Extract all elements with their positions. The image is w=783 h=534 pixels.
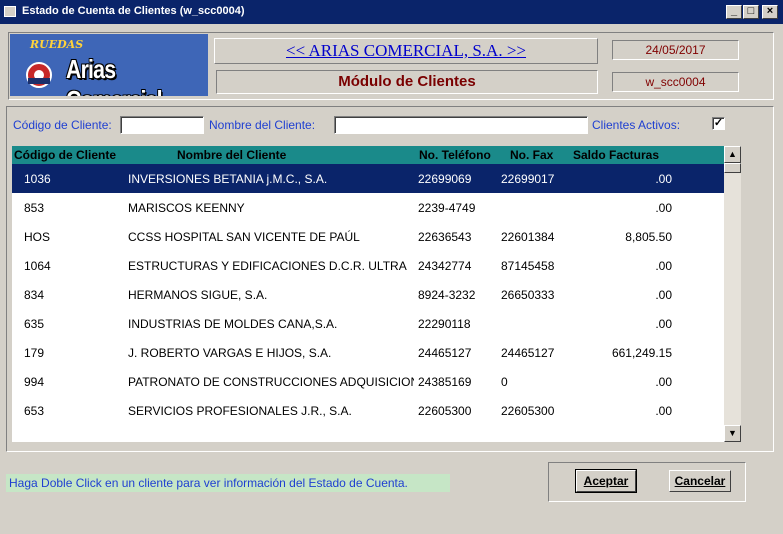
cell-name: INVERSIONES BETANIA j.M.C., S.A. xyxy=(128,172,328,186)
cell-fax: 26650333 xyxy=(501,288,555,302)
cell-name: SERVICIOS PROFESIONALES J.R., S.A. xyxy=(128,404,352,418)
cell-phone: 22290118 xyxy=(418,317,471,331)
app-icon xyxy=(4,6,16,17)
scroll-up-icon[interactable]: ▲ xyxy=(724,146,741,163)
cell-name: MARISCOS KEENNY xyxy=(128,201,245,215)
cell-balance: 661,249.15 xyxy=(611,346,672,360)
cell-phone: 2239-4749 xyxy=(418,201,476,215)
table-row[interactable]: 1064 ESTRUCTURAS Y EDIFICACIONES D.C.R. … xyxy=(12,251,724,280)
module-title: Módulo de Clientes xyxy=(216,70,598,94)
active-clients-label: Clientes Activos: xyxy=(592,118,681,132)
cell-fax: 22699017 xyxy=(501,172,555,186)
scroll-down-icon[interactable]: ▼ xyxy=(724,425,741,442)
grid-scrollbar[interactable]: ▲ ▼ xyxy=(724,146,741,442)
maximize-button[interactable]: □ xyxy=(743,5,759,19)
cell-code: 635 xyxy=(24,317,45,331)
cell-fax: 0 xyxy=(501,375,508,389)
table-row[interactable]: 853 MARISCOS KEENNY 2239-4749 .00 xyxy=(12,193,724,222)
cell-phone: 22636543 xyxy=(418,230,472,244)
company-logo: RUEDAS Arias Comercial xyxy=(10,34,208,96)
cell-fax: 22605300 xyxy=(501,404,555,418)
clients-grid[interactable]: Código de Cliente Nombre del Cliente No.… xyxy=(12,146,741,442)
cell-name: J. ROBERTO VARGAS E HIJOS, S.A. xyxy=(128,346,332,360)
column-header-code[interactable]: Código de Cliente xyxy=(14,148,116,162)
cell-code: 653 xyxy=(24,404,45,418)
active-clients-checkbox[interactable]: ✓ xyxy=(712,117,725,130)
column-header-name[interactable]: Nombre del Cliente xyxy=(177,148,286,162)
logo-tagline: RUEDAS xyxy=(30,38,84,51)
cell-phone: 8924-3232 xyxy=(418,288,476,302)
cell-phone: 24465127 xyxy=(418,346,472,360)
cell-code: 1064 xyxy=(24,259,51,273)
window-title: Estado de Cuenta de Clientes (w_scc0004) xyxy=(22,5,245,17)
cell-balance: 8,805.50 xyxy=(625,230,672,244)
window-code-display: w_scc0004 xyxy=(612,72,739,92)
table-row[interactable]: 1036 INVERSIONES BETANIA j.M.C., S.A. 22… xyxy=(12,164,724,193)
cell-name: HERMANOS SIGUE, S.A. xyxy=(128,288,268,302)
table-row[interactable]: 179 J. ROBERTO VARGAS E HIJOS, S.A. 2446… xyxy=(12,338,724,367)
cell-balance: .00 xyxy=(655,288,672,302)
logo-text: Arias Comercial xyxy=(66,54,163,96)
cell-name: ESTRUCTURAS Y EDIFICACIONES D.C.R. ULTRA xyxy=(128,259,407,273)
cell-balance: .00 xyxy=(655,375,672,389)
cell-code: 994 xyxy=(24,375,45,389)
window-titlebar: Estado de Cuenta de Clientes (w_scc0004)… xyxy=(0,0,783,24)
minimize-button[interactable]: _ xyxy=(726,5,742,19)
close-button[interactable]: × xyxy=(762,5,778,19)
cell-name: INDUSTRIAS DE MOLDES CANA,S.A. xyxy=(128,317,338,331)
accept-button[interactable]: Aceptar xyxy=(575,469,637,493)
cell-phone: 24385169 xyxy=(418,375,472,389)
column-header-fax[interactable]: No. Fax xyxy=(510,148,553,162)
date-display: 24/05/2017 xyxy=(612,40,739,60)
company-name-link[interactable]: << ARIAS COMERCIAL, S.A. >> xyxy=(214,38,598,64)
table-row[interactable]: 653 SERVICIOS PROFESIONALES J.R., S.A. 2… xyxy=(12,396,724,425)
cell-name: PATRONATO DE CONSTRUCCIONES ADQUISICION xyxy=(128,375,414,389)
cell-phone: 24342774 xyxy=(418,259,472,273)
cell-balance: .00 xyxy=(655,172,672,186)
cell-fax: 24465127 xyxy=(501,346,555,360)
wheel-icon xyxy=(26,62,52,88)
cell-fax: 22601384 xyxy=(501,230,555,244)
client-code-input[interactable] xyxy=(120,116,204,134)
client-code-label: Código de Cliente: xyxy=(13,118,112,132)
table-row[interactable]: HOS CCSS HOSPITAL SAN VICENTE DE PAÚL 22… xyxy=(12,222,724,251)
table-row[interactable]: 635 INDUSTRIAS DE MOLDES CANA,S.A. 22290… xyxy=(12,309,724,338)
instruction-hint: Haga Doble Click en un cliente para ver … xyxy=(6,474,450,492)
cell-code: 179 xyxy=(24,346,45,360)
scroll-thumb[interactable] xyxy=(724,163,741,173)
cell-phone: 22699069 xyxy=(418,172,472,186)
table-row[interactable]: 994 PATRONATO DE CONSTRUCCIONES ADQUISIC… xyxy=(12,367,724,396)
cell-balance: .00 xyxy=(655,317,672,331)
cell-code: HOS xyxy=(24,230,51,244)
cell-balance: .00 xyxy=(655,201,672,215)
column-header-balance[interactable]: Saldo Facturas xyxy=(573,148,659,162)
grid-header: Código de Cliente Nombre del Cliente No.… xyxy=(12,146,724,164)
cell-code: 834 xyxy=(24,288,45,302)
cell-balance: .00 xyxy=(655,259,672,273)
client-name-label: Nombre del Cliente: xyxy=(209,118,316,132)
cell-phone: 22605300 xyxy=(418,404,472,418)
cell-fax: 87145458 xyxy=(501,259,555,273)
cell-code: 1036 xyxy=(24,172,51,186)
cell-code: 853 xyxy=(24,201,45,215)
cell-balance: .00 xyxy=(655,404,672,418)
cancel-button[interactable]: Cancelar xyxy=(669,470,731,492)
cell-name: CCSS HOSPITAL SAN VICENTE DE PAÚL xyxy=(128,230,360,244)
client-name-input[interactable] xyxy=(334,116,588,134)
table-row[interactable]: 834 HERMANOS SIGUE, S.A. 8924-3232 26650… xyxy=(12,280,724,309)
column-header-phone[interactable]: No. Teléfono xyxy=(419,148,491,162)
